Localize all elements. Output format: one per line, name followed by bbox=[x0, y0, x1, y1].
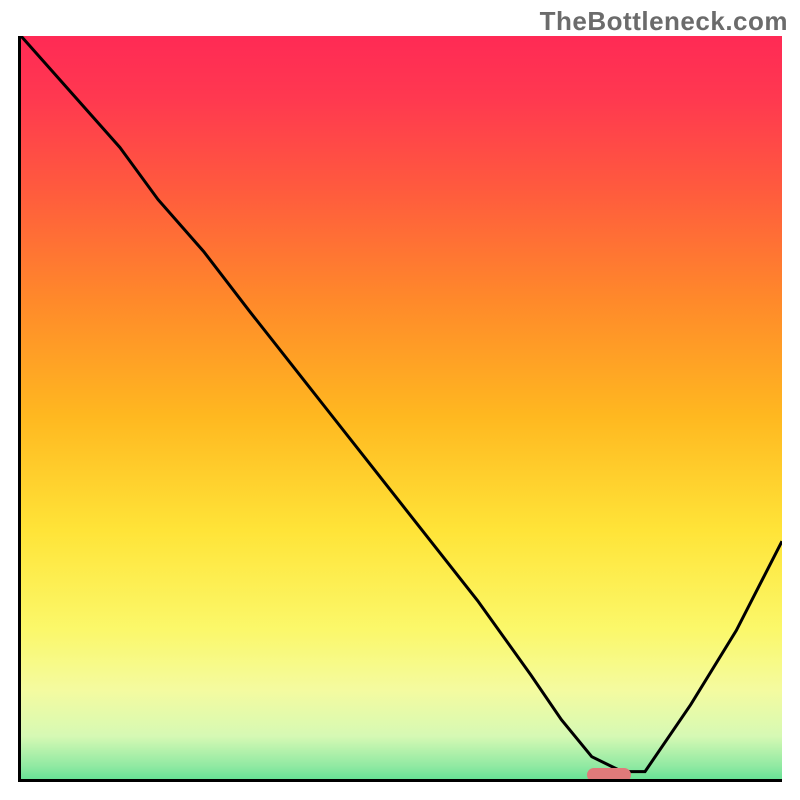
bottleneck-chart: TheBottleneck.com bbox=[0, 0, 800, 800]
plot-area bbox=[18, 36, 782, 782]
optimal-range-marker bbox=[587, 768, 631, 782]
watermark-label: TheBottleneck.com bbox=[540, 6, 788, 37]
curve-layer bbox=[21, 36, 782, 779]
bottleneck-curve-path bbox=[21, 36, 782, 772]
